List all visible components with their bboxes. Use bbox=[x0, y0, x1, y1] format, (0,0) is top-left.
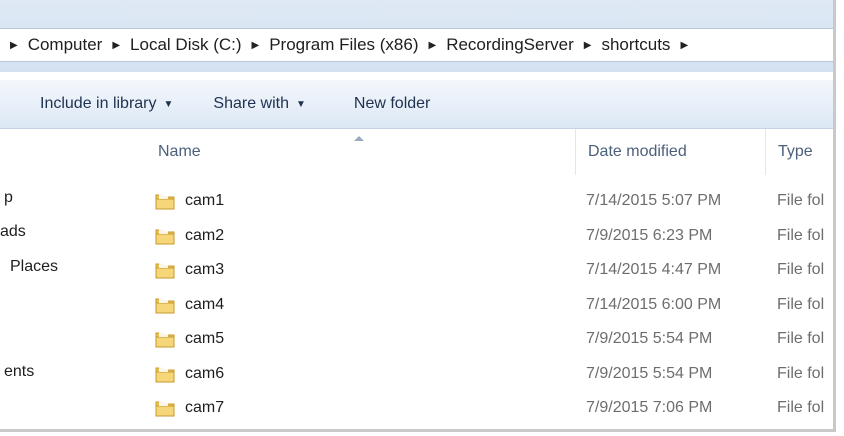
explorer-window: ▶ Computer ▶ Local Disk (C:) ▶ Program F… bbox=[0, 0, 836, 432]
chevron-right-icon[interactable]: ▶ bbox=[112, 40, 120, 51]
breadcrumb-local-disk[interactable]: Local Disk (C:) ▶ bbox=[130, 35, 269, 55]
file-list-header: Name Date modified Type bbox=[120, 129, 833, 175]
file-date-cell: 7/9/2015 5:54 PM bbox=[586, 330, 713, 347]
chevron-right-icon[interactable]: ▶ bbox=[584, 40, 592, 51]
file-name-cell[interactable]: cam5 bbox=[155, 322, 224, 356]
file-row[interactable]: cam6 7/9/2015 5:54 PM File fol bbox=[120, 357, 833, 391]
folder-icon bbox=[155, 332, 175, 348]
file-type-cell: File fol bbox=[777, 192, 825, 209]
navigation-pane: p ads Places ents bbox=[0, 129, 120, 429]
breadcrumb-shortcuts[interactable]: shortcuts ▶ bbox=[601, 35, 698, 55]
file-name-cell[interactable]: cam1 bbox=[155, 184, 224, 218]
file-row[interactable]: cam3 7/14/2015 4:47 PM File fol bbox=[120, 253, 833, 287]
file-type-cell: File fol bbox=[777, 226, 825, 244]
address-bar[interactable]: ▶ Computer ▶ Local Disk (C:) ▶ Program F… bbox=[0, 28, 833, 62]
chevron-down-icon[interactable]: ▼ bbox=[296, 99, 306, 110]
file-type-cell: File fol bbox=[777, 330, 825, 347]
file-name-cell[interactable]: cam6 bbox=[155, 357, 224, 391]
new-folder-button[interactable]: New folder bbox=[354, 80, 430, 128]
column-header-type[interactable]: Type bbox=[765, 129, 833, 175]
file-row[interactable]: cam2 7/9/2015 6:23 PM File fol bbox=[120, 219, 833, 253]
folder-icon bbox=[155, 263, 175, 279]
column-header-date-modified[interactable]: Date modified bbox=[575, 129, 765, 175]
breadcrumb-computer[interactable]: Computer ▶ bbox=[28, 35, 130, 55]
chevron-right-icon[interactable]: ▶ bbox=[428, 40, 436, 51]
nav-item[interactable]: Places bbox=[10, 258, 58, 276]
share-with-button[interactable]: Share with ▼ bbox=[213, 80, 306, 128]
address-bar-area: ▶ Computer ▶ Local Disk (C:) ▶ Program F… bbox=[0, 0, 833, 72]
file-row[interactable]: cam5 7/9/2015 5:54 PM File fol bbox=[120, 322, 833, 356]
file-name-cell[interactable]: cam2 bbox=[155, 219, 224, 253]
file-row[interactable]: cam7 7/9/2015 7:06 PM File fol bbox=[120, 391, 833, 425]
file-name-cell[interactable]: cam4 bbox=[155, 288, 224, 322]
include-in-library-button[interactable]: Include in library ▼ bbox=[40, 80, 173, 128]
file-type-cell: File fol bbox=[777, 261, 825, 278]
nav-item[interactable]: ents bbox=[4, 363, 34, 381]
folder-icon bbox=[155, 401, 175, 417]
file-date-cell: 7/14/2015 5:07 PM bbox=[586, 192, 722, 209]
file-date-cell: 7/9/2015 6:23 PM bbox=[586, 226, 713, 244]
file-type-cell: File fol bbox=[777, 364, 825, 382]
file-date-cell: 7/14/2015 4:47 PM bbox=[586, 261, 722, 278]
file-date-cell: 7/14/2015 6:00 PM bbox=[586, 295, 722, 313]
chevron-right-icon[interactable]: ▶ bbox=[10, 40, 18, 51]
file-row[interactable]: cam4 7/14/2015 6:00 PM File fol bbox=[120, 288, 833, 322]
folder-icon bbox=[155, 297, 175, 313]
file-row[interactable]: cam1 7/14/2015 5:07 PM File fol bbox=[120, 184, 833, 218]
folder-icon bbox=[155, 228, 175, 244]
file-name-cell[interactable]: cam3 bbox=[155, 253, 224, 287]
chevron-right-icon[interactable]: ▶ bbox=[680, 40, 688, 51]
file-date-cell: 7/9/2015 7:06 PM bbox=[586, 399, 713, 416]
breadcrumb-root[interactable]: ▶ bbox=[10, 40, 28, 51]
nav-item[interactable]: ads bbox=[0, 223, 26, 241]
sort-ascending-icon bbox=[354, 136, 364, 141]
file-type-cell: File fol bbox=[777, 295, 825, 313]
nav-item[interactable]: p bbox=[4, 189, 13, 207]
file-date-cell: 7/9/2015 5:54 PM bbox=[586, 364, 713, 382]
folder-icon bbox=[155, 194, 175, 210]
command-bar: Include in library ▼ Share with ▼ New fo… bbox=[0, 80, 833, 129]
chevron-right-icon[interactable]: ▶ bbox=[252, 40, 260, 51]
column-header-name[interactable]: Name bbox=[120, 129, 580, 175]
folder-icon bbox=[155, 366, 175, 382]
breadcrumb-recording-server[interactable]: RecordingServer ▶ bbox=[446, 35, 601, 55]
breadcrumb-program-files[interactable]: Program Files (x86) ▶ bbox=[269, 35, 446, 55]
chevron-down-icon[interactable]: ▼ bbox=[164, 99, 174, 110]
file-name-cell[interactable]: cam7 bbox=[155, 391, 224, 425]
file-type-cell: File fol bbox=[777, 399, 825, 416]
